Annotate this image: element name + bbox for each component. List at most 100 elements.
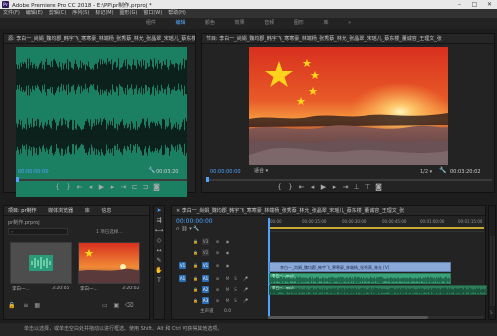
media-thumbnail-video[interactable] (78, 242, 140, 284)
resolution-dropdown[interactable]: 1/2 ▾ (420, 168, 432, 176)
menu-clip[interactable]: 剪辑(C) (46, 9, 69, 18)
source-timecode[interactable]: 00:00:00:00 (18, 168, 49, 176)
track-label-v3[interactable]: V3 (202, 238, 209, 245)
play-icon[interactable]: ▶ (96, 181, 107, 193)
eye-icon[interactable]: ◉ (224, 262, 231, 269)
timeline-scrollbar-thumb[interactable] (268, 316, 428, 319)
timeline-timecode[interactable]: 00:00:00:00 (176, 218, 213, 225)
program-playhead[interactable] (206, 177, 209, 182)
menu-edit[interactable]: 编辑(E) (23, 9, 46, 18)
source-playhead[interactable] (16, 177, 19, 182)
mute-icon[interactable]: M (224, 297, 231, 304)
camera-icon[interactable]: ◙ (373, 181, 384, 193)
step-back-icon[interactable]: ◂ (307, 181, 318, 193)
go-to-in-icon[interactable]: ⇤ (74, 181, 85, 193)
audio-clip-a1[interactable]: 李白一...mp3 (269, 273, 451, 284)
time-ruler[interactable]: 00:00 00:00:15:00 00:00:30:00 00:00:45:0… (268, 218, 484, 232)
workspace-audio[interactable]: 音频 (264, 18, 274, 29)
work-area-bar[interactable] (268, 227, 484, 229)
menu-marker[interactable]: 标记(M) (92, 9, 116, 18)
lift-icon[interactable]: ⊥ (351, 181, 362, 193)
source-patch-a1[interactable]: A1 (179, 275, 186, 282)
go-to-in-icon[interactable]: ⇤ (296, 181, 307, 193)
wrench-icon[interactable]: 🔧 (439, 167, 446, 174)
step-back-icon[interactable]: ◂ (85, 181, 96, 193)
lock-icon[interactable]: 🔒 (192, 249, 199, 256)
lock-icon[interactable]: 🔒 (192, 286, 199, 293)
tab-info[interactable]: 信息 (101, 208, 111, 214)
step-forward-icon[interactable]: ▸ (107, 181, 118, 193)
go-to-out-icon[interactable]: ⇥ (118, 181, 129, 193)
linked-selection-icon[interactable]: ⛓ (181, 226, 187, 232)
trash-icon[interactable]: ⌫ (125, 302, 133, 309)
lock-icon[interactable]: 🔒 (192, 297, 199, 304)
solo-icon[interactable]: S (490, 310, 493, 315)
microphone-icon[interactable]: 🎤 (242, 275, 249, 282)
video-clip[interactable]: 李白一_尚娟_魏均郡_韩宇飞_寒寒豪_林端杨_张秀蔡_林允 [V] (269, 262, 451, 272)
eye-icon[interactable]: ◉ (224, 238, 231, 245)
hand-tool-icon[interactable]: ✋ (154, 266, 164, 276)
eye-icon[interactable]: ◉ (224, 249, 231, 256)
new-item-icon[interactable]: ▣ (114, 302, 120, 309)
lock-icon[interactable]: 🔒 (192, 275, 199, 282)
sync-lock-icon[interactable]: ⊞ (214, 262, 221, 269)
wrench-icon[interactable]: 🔧 (148, 167, 155, 174)
slip-tool-icon[interactable]: ↔ (154, 246, 164, 256)
workspace-editing[interactable]: 编辑 (175, 18, 185, 29)
workspace-color[interactable]: 颜色 (205, 18, 215, 29)
new-bin-icon[interactable]: ▭ (102, 302, 108, 309)
fit-dropdown[interactable]: 适合 ▾ (254, 167, 278, 175)
mute-icon[interactable]: M (224, 286, 231, 293)
sync-lock-icon[interactable]: ⊞ (214, 297, 221, 304)
menu-graphics[interactable]: 图形(G) (117, 9, 141, 18)
list-view-icon[interactable]: ≡ (23, 302, 28, 309)
solo-icon[interactable]: S (232, 297, 239, 304)
menu-window[interactable]: 窗口(W) (140, 9, 165, 18)
lock-icon[interactable]: 🔒 (192, 262, 199, 269)
tab-media-browser[interactable]: 媒体浏览器 (48, 208, 73, 214)
solo-icon[interactable]: S (232, 286, 239, 293)
icon-view-icon[interactable]: ▦ (34, 302, 40, 309)
tab-project[interactable]: 项目: pr制作 (8, 208, 37, 214)
microphone-icon[interactable]: 🎤 (242, 286, 249, 293)
camera-icon[interactable]: ◙ (151, 181, 162, 193)
menu-sequence[interactable]: 序列(S) (69, 9, 92, 18)
pen-tool-icon[interactable]: ✎ (154, 256, 164, 266)
timeline-sequence-tab[interactable]: × 李白一_尚娟_魏均郡_韩宇飞_寒寒豪_林端杨_张秀蔡_林允_张晶翠_宋瑶儿_… (172, 206, 485, 216)
audio-clip-a2[interactable]: 李白一...mp3 (269, 285, 487, 295)
sync-lock-icon[interactable]: ⊞ (214, 249, 221, 256)
sync-lock-icon[interactable]: ⊞ (214, 238, 221, 245)
lock-icon[interactable]: 🔒 (192, 238, 199, 245)
workspace-effects[interactable]: 效果 (235, 18, 245, 29)
minimize-icon[interactable]: – (452, 0, 467, 9)
lock-icon[interactable]: 🔒 (8, 302, 15, 309)
type-tool-icon[interactable]: T (154, 276, 164, 286)
workspace-assembly[interactable]: 组件 (146, 18, 156, 29)
maximize-icon[interactable]: □ (467, 0, 482, 9)
source-patch-v1[interactable]: V1 (179, 262, 186, 269)
microphone-icon[interactable]: 🎤 (242, 297, 249, 304)
extract-icon[interactable]: ⊤ (362, 181, 373, 193)
timeline-scrollbar[interactable] (268, 316, 484, 319)
mark-in-icon[interactable]: { (52, 181, 63, 193)
project-search-input[interactable]: ⌕ (8, 228, 68, 235)
play-icon[interactable]: ▶ (318, 181, 329, 193)
track-label-a2[interactable]: A2 (202, 286, 209, 293)
program-timecode[interactable]: 00:00:00:00 (210, 168, 241, 176)
insert-icon[interactable]: ⊏ (129, 181, 140, 193)
sync-lock-icon[interactable]: ⊞ (214, 275, 221, 282)
media-thumbnail-audio[interactable] (10, 242, 72, 284)
more-workspaces-icon[interactable]: » (348, 18, 351, 29)
mark-out-icon[interactable]: } (63, 181, 74, 193)
menu-file[interactable]: 文件(F) (0, 9, 23, 18)
sync-lock-icon[interactable]: ⊞ (214, 286, 221, 293)
track-label-v2[interactable]: V2 (202, 249, 209, 256)
track-label-v1[interactable]: V1 (202, 262, 209, 269)
mark-in-icon[interactable]: { (274, 181, 285, 193)
track-label-a3[interactable]: A3 (202, 297, 209, 304)
settings-icon[interactable]: 🔧 (193, 226, 199, 232)
workspace-graphics[interactable]: 图形 (294, 18, 304, 29)
tab-libraries[interactable]: 库 (85, 208, 90, 214)
go-to-out-icon[interactable]: ⇥ (340, 181, 351, 193)
track-select-tool-icon[interactable]: ⇶ (154, 216, 164, 226)
